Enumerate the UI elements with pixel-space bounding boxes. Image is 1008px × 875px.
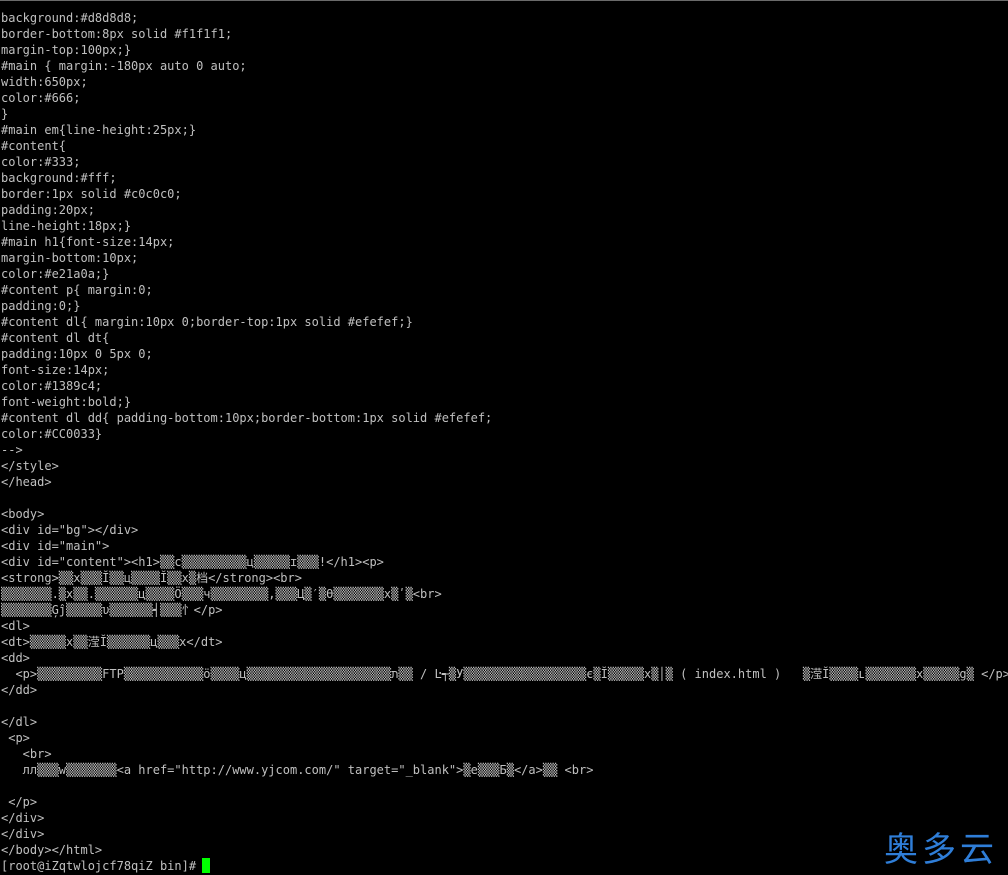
- terminal-line: background:#d8d8d8;: [1, 11, 139, 25]
- terminal-line: <dt>▒▒▒▒▒x▒▒滢Ĭ▒▒▒▒▒▒ц▒▒▒x</dt>: [1, 635, 223, 649]
- terminal-line: #content p{ margin:0;: [1, 283, 153, 297]
- terminal-line: <p>▒▒▒▒▒▒▒▒▒FTP▒▒▒▒▒▒▒▒▒▒▒ö▒▒▒▒ц▒▒▒▒▒▒▒▒…: [1, 667, 1008, 681]
- terminal-line: padding:10px 0 5px 0;: [1, 347, 153, 361]
- terminal-line: color:#CC0033}: [1, 427, 103, 441]
- terminal-line: }: [1, 107, 9, 121]
- terminal-line: font-weight:bold;}: [1, 395, 132, 409]
- terminal-line: <br>: [1, 747, 52, 761]
- terminal-line: color:#e21a0a;}: [1, 267, 110, 281]
- terminal-line: border-bottom:8px solid #f1f1f1;: [1, 27, 233, 41]
- terminal-line: background:#fff;: [1, 171, 117, 185]
- terminal-line: #content dl dd{ padding-bottom:10px;bord…: [1, 411, 493, 425]
- terminal-line: </div>: [1, 811, 45, 825]
- text-cursor: [202, 858, 211, 873]
- terminal-line: <p>: [1, 731, 30, 745]
- terminal-line: </style>: [1, 459, 59, 473]
- terminal-line: <div id="main">: [1, 539, 110, 553]
- terminal-line: width:650px;: [1, 75, 88, 89]
- terminal-line: <dd>: [1, 651, 30, 665]
- terminal-line: padding:20px;: [1, 203, 95, 217]
- terminal-line: <div id="bg"></div>: [1, 523, 139, 537]
- terminal-line: line-height:18px;}: [1, 219, 132, 233]
- terminal-line: #main h1{font-size:14px;: [1, 235, 175, 249]
- terminal-line: padding:0;}: [1, 299, 81, 313]
- terminal-line: #main { margin:-180px auto 0 auto;: [1, 59, 247, 73]
- terminal-line: color:#666;: [1, 91, 81, 105]
- terminal-line: </body></html>: [1, 843, 103, 857]
- terminal-line: margin-bottom:10px;: [1, 251, 139, 265]
- terminal-line: </div>: [1, 827, 45, 841]
- terminal-line: border:1px solid #c0c0c0;: [1, 187, 182, 201]
- terminal-line: -->: [1, 443, 23, 457]
- terminal-line: </dl>: [1, 715, 38, 729]
- terminal-line: <div id="content"><h1>▒▒c▒▒▒▒▒▒▒▒▒ц▒▒▒▒▒…: [1, 555, 384, 569]
- terminal-line: color:#333;: [1, 155, 81, 169]
- watermark-logo: 奥多云: [884, 830, 998, 870]
- terminal-line: color:#1389c4;: [1, 379, 103, 393]
- terminal-line: </p>: [1, 795, 38, 809]
- terminal-line: #main em{line-height:25px;}: [1, 123, 197, 137]
- prompt-text: [root@iZqtwlojcf78qiZ bin]#: [1, 859, 197, 873]
- terminal-window[interactable]: background:#d8d8d8; border-bottom:8px sol…: [0, 0, 1008, 875]
- terminal-output: background:#d8d8d8; border-bottom:8px sol…: [1, 10, 1008, 858]
- terminal-line: font-size:14px;: [1, 363, 110, 377]
- terminal-line: <dl>: [1, 619, 30, 633]
- terminal-line: #content dl dt{: [1, 331, 110, 345]
- terminal-line: #content{: [1, 139, 67, 153]
- terminal-line: #content dl{ margin:10px 0;border-top:1p…: [1, 315, 413, 329]
- terminal-line: ▒▒▒▒▒▒▒Ģĵ▒▒▒▒▒υ▒▒▒▒▒▒┥▒▒▒忄</p>: [1, 603, 223, 617]
- command-prompt[interactable]: [root@iZqtwlojcf78qiZ bin]#: [1, 858, 211, 874]
- terminal-line: margin-top:100px;}: [1, 43, 132, 57]
- terminal-line: лл▒▒▒w▒▒▒▒▒▒▒<a href="http://www.yjcom.c…: [1, 763, 594, 777]
- terminal-line: ▒▒▒▒▒▒▒.▒x▒▒.▒▒▒▒▒▒ц▒▒▒▒Ö▒▒▒ч▒▒▒▒▒▒▒▒,▒▒…: [1, 587, 442, 601]
- terminal-line: </dd>: [1, 683, 38, 697]
- terminal-line: <strong>▒▒x▒▒▒Ĭ▒▒ц▒▒▒▒Ĭ▒▒x▒档</strong><br…: [1, 571, 302, 585]
- terminal-line: </head>: [1, 475, 52, 489]
- terminal-line: <body>: [1, 507, 45, 521]
